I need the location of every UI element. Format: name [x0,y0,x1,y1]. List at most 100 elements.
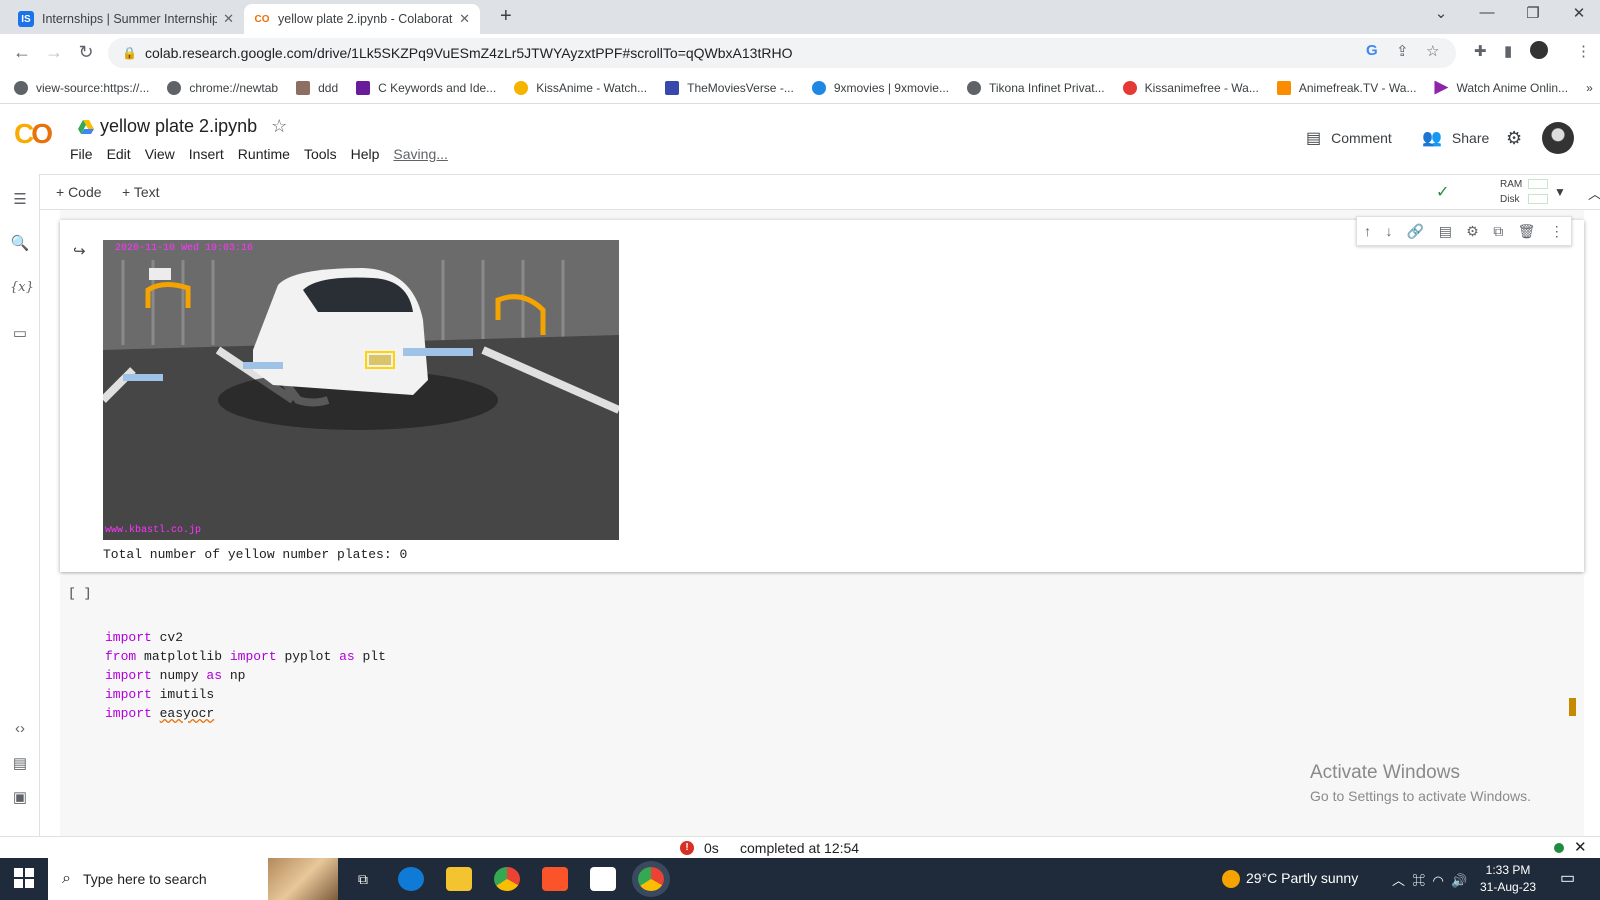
activate-windows-watermark: Activate Windows Go to Settings to activ… [1310,762,1531,804]
chrome-icon[interactable] [494,867,520,891]
notifications-icon[interactable]: ▭ [1560,868,1575,888]
user-avatar[interactable] [1542,122,1574,154]
share-button[interactable]: 👥 Share [1422,128,1489,148]
taskbar-clock[interactable]: 1:33 PM 31-Aug-23 [1480,862,1536,896]
bookmark-item[interactable]: Tikona Infinet Privat... [966,80,1105,95]
colab-logo[interactable]: CO [14,118,53,150]
colab-header: CO yellow plate 2.ipynb ☆ File Edit View… [0,104,1600,174]
file-explorer-icon[interactable] [446,867,472,891]
microsoft-store-icon[interactable] [590,867,616,891]
table-of-contents-icon[interactable]: ☰ [10,190,30,208]
task-view-icon[interactable]: ⧉ [350,867,376,891]
notebook-title[interactable]: yellow plate 2.ipynb [100,116,257,137]
runtime-dropdown-icon[interactable]: ▼ [1554,185,1566,199]
close-status-icon[interactable]: ✕ [1574,838,1587,856]
cell-action-toolbar: ↑ ↓ 🔗 ▤ ⚙ ⧉ 🗑 ⋮ [1356,216,1572,246]
side-panel-icon[interactable]: ▮ [1504,42,1512,60]
url-text[interactable]: colab.research.google.com/drive/1Lk5SKZP… [145,45,793,61]
menu-help[interactable]: Help [351,146,380,162]
search-icon[interactable]: 🔍 [10,234,30,252]
parking-lot-image: 2020-11-10 Wed 19:03:16 www.kbastl.co.jp [103,240,619,540]
bookmark-item[interactable]: ddd [296,80,338,95]
menu-tools[interactable]: Tools [304,146,337,162]
tab-close-icon[interactable]: ✕ [223,11,234,27]
cell-settings-icon[interactable]: ⚙ [1466,223,1479,240]
more-cell-actions-icon[interactable]: ⋮ [1550,223,1564,240]
ram-disk-indicator[interactable]: RAM Disk [1500,177,1522,207]
weather-widget[interactable]: 29°C Partly sunny [1222,870,1358,889]
tab-close-icon[interactable]: ✕ [459,11,470,27]
clock-date: 31-Aug-23 [1480,880,1537,894]
bookmark-item[interactable]: Animefreak.TV - Wa... [1276,80,1416,95]
comment-button[interactable]: ▤ Comment [1306,128,1392,148]
close-window-icon[interactable]: ✕ [1556,4,1600,22]
move-up-icon[interactable]: ↑ [1364,223,1371,239]
code-text: plt [354,649,386,664]
keyword: import [105,668,152,683]
tab-internships[interactable]: IS Internships | Summer Internship 2 ✕ [8,4,244,34]
keyword: import [105,630,152,645]
tab-search-icon[interactable]: ⌄ [1418,4,1464,22]
menu-runtime[interactable]: Runtime [238,146,290,162]
error-icon[interactable]: ! [680,841,694,855]
delete-cell-icon[interactable]: 🗑 [1518,223,1536,240]
brave-icon[interactable] [542,867,568,891]
run-cell-button[interactable]: [ ] [68,586,91,601]
link-icon[interactable]: 🔗 [1407,223,1424,240]
back-icon[interactable]: ← [10,42,34,63]
code-editor[interactable]: import cv2 from matplotlib import pyplot … [105,628,386,723]
terminal-icon[interactable]: ▣ [10,788,30,806]
variables-icon[interactable]: {x} [10,280,34,295]
address-bar[interactable]: 🔒 colab.research.google.com/drive/1Lk5SK… [108,38,1456,68]
windows-start-icon[interactable] [14,868,34,888]
share-page-icon[interactable]: ⇪ [1396,42,1409,60]
menu-file[interactable]: File [70,146,93,162]
profile-avatar[interactable] [1530,41,1548,59]
add-code-button[interactable]: + Code [56,184,102,200]
edge-icon[interactable] [398,867,424,891]
bookmark-item[interactable]: Kissanimefree - Wa... [1122,80,1259,95]
bookmark-item[interactable]: view-source:https://... [14,80,149,95]
mirror-cell-icon[interactable]: ⧉ [1493,223,1503,240]
tab-colab[interactable]: CO yellow plate 2.ipynb - Colaborato ✕ [244,4,480,34]
bookmark-item[interactable]: TheMoviesVerse -... [665,80,794,95]
taskbar-search[interactable]: ⌕ Type here to search [48,858,338,900]
files-folder-icon[interactable]: ▭ [10,324,30,342]
collapse-header-icon[interactable]: ︿ [1588,184,1600,204]
menu-edit[interactable]: Edit [107,146,131,162]
restore-icon[interactable]: ❐ [1510,4,1556,22]
google-icon[interactable]: G [1366,42,1378,59]
output-cell[interactable]: ↪ 2020-11-10 Wed 19:03:16 www.kbastl.co.… [60,220,1584,572]
browser-menu-icon[interactable]: ⋮ [1576,42,1591,60]
code-snippets-icon[interactable]: ‹› [10,720,30,737]
add-text-button[interactable]: + Text [122,184,160,200]
bookmark-item[interactable]: chrome://newtab [167,80,278,95]
bookmark-item[interactable]: C Keywords and Ide... [356,80,496,95]
comment-cell-icon[interactable]: ▤ [1439,223,1452,240]
bookmark-star-icon[interactable]: ☆ [1426,42,1439,60]
command-palette-icon[interactable]: ▤ [10,754,30,772]
menu-view[interactable]: View [145,146,175,162]
forward-icon[interactable]: → [42,42,66,63]
bookmark-item[interactable]: KissAnime - Watch... [514,80,647,95]
bookmark-item[interactable]: Watch Anime Onlin... [1434,80,1568,95]
extensions-icon[interactable]: ✚ [1474,42,1487,60]
menu-insert[interactable]: Insert [189,146,224,162]
move-down-icon[interactable]: ↓ [1386,223,1393,239]
execution-status[interactable]: completed at 12:54 [740,840,859,856]
scrollbar-marker[interactable] [1569,698,1576,716]
chrome-active-icon[interactable] [638,867,664,891]
reload-icon[interactable]: ↻ [74,42,98,63]
output-actions-icon[interactable]: ↪ [73,242,86,260]
system-tray[interactable]: ︿ ⌘ ◠ 🔊 [1392,870,1467,889]
settings-gear-icon[interactable]: ⚙ [1506,128,1522,149]
minimize-icon[interactable]: — [1464,4,1510,21]
star-icon[interactable]: ☆ [271,116,287,137]
bookmark-label: Kissanimefree - Wa... [1144,80,1259,95]
new-tab-icon[interactable]: + [500,5,512,28]
drive-icon [78,119,94,134]
bookmark-item[interactable]: 9xmovies | 9xmovie... [811,80,949,95]
lock-icon[interactable]: 🔒 [122,46,137,60]
saving-status[interactable]: Saving... [393,146,447,162]
more-bookmarks-icon[interactable]: » [1586,81,1593,95]
